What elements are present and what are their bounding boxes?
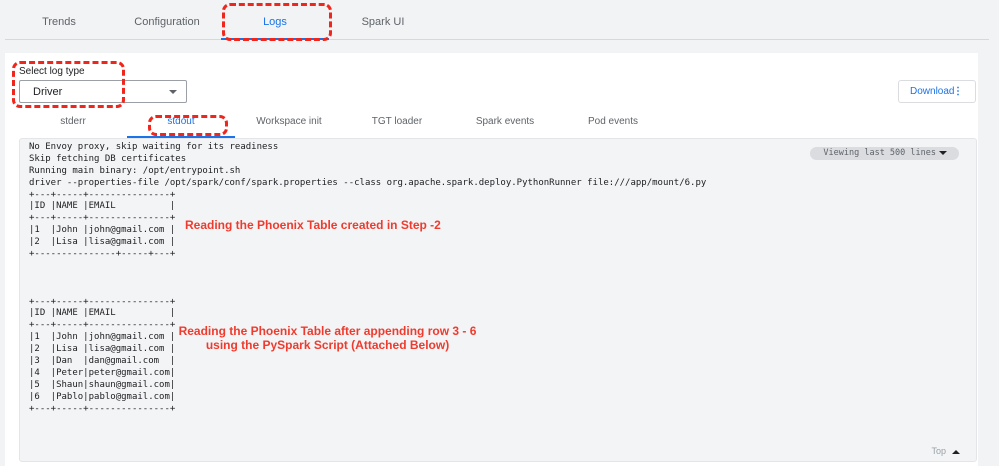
dropdown-caret-icon xyxy=(169,90,177,94)
log-line: |3 |Dan |dan@gmail.com | xyxy=(29,356,176,367)
highlight-logs-tab xyxy=(222,3,332,41)
log-line: |ID |NAME |EMAIL | xyxy=(29,308,176,319)
viewing-label: Viewing last 500 lines xyxy=(823,148,936,158)
subtab-workspace-init[interactable]: Workspace init xyxy=(235,114,343,138)
caret-down-icon xyxy=(939,150,947,155)
tab-trends[interactable]: Trends xyxy=(5,0,113,40)
subtab-stderr[interactable]: stderr xyxy=(19,114,127,138)
top-tab-bar: Trends Configuration Logs Spark UI xyxy=(5,0,989,40)
log-line: |2 |Lisa |lisa@gmail.com | xyxy=(29,237,176,248)
log-line: +---+-----+---------------+ xyxy=(29,189,176,200)
annotation-second-line2: using the PySpark Script (Attached Below… xyxy=(205,338,450,352)
more-vert-icon: ⋮ xyxy=(953,86,963,97)
scroll-top-link[interactable]: Top xyxy=(931,446,960,456)
viewing-lines-dropdown[interactable]: Viewing last 500 lines xyxy=(810,147,959,160)
top-label: Top xyxy=(931,446,946,456)
log-line: |6 |Pablo|pablo@gmail.com| xyxy=(29,391,176,402)
highlight-log-type xyxy=(12,61,125,108)
log-line: |ID |NAME |EMAIL | xyxy=(29,201,176,212)
log-line: |5 |Shaun|shaun@gmail.com| xyxy=(29,379,176,390)
annotation-first: Reading the Phoenix Table created in Ste… xyxy=(185,218,441,232)
tab-configuration[interactable]: Configuration xyxy=(113,0,221,40)
log-output[interactable]: No Envoy proxy, skip waiting for its rea… xyxy=(19,138,977,462)
log-line: +---+-----+---------------+ xyxy=(29,403,176,414)
log-line: No Envoy proxy, skip waiting for its rea… xyxy=(29,142,279,152)
download-button[interactable]: Download ⋮ xyxy=(898,80,976,103)
log-line: driver --properties-file /opt/spark/conf… xyxy=(29,177,707,188)
caret-up-icon xyxy=(952,449,960,454)
log-line: +---+-----+---------------+ xyxy=(29,296,176,307)
log-line: Running main binary: /opt/entrypoint.sh xyxy=(29,165,241,176)
annotation-second: Reading the Phoenix Table after appendin… xyxy=(150,324,505,352)
log-line: +---------------+-----+---+ xyxy=(29,249,176,260)
subtab-pod-events[interactable]: Pod events xyxy=(559,114,667,138)
download-label: Download xyxy=(910,86,955,97)
log-line: Skip fetching DB certificates xyxy=(29,153,187,164)
annotation-second-line1: Reading the Phoenix Table after appendin… xyxy=(178,324,477,338)
log-lines: No Envoy proxy, skip waiting for its rea… xyxy=(29,142,706,415)
subtab-spark-events[interactable]: Spark events xyxy=(451,114,559,138)
tab-spark-ui[interactable]: Spark UI xyxy=(329,0,437,40)
highlight-stdout xyxy=(148,115,228,136)
log-line: |4 |Peter|peter@gmail.com| xyxy=(29,367,176,378)
subtab-tgt-loader[interactable]: TGT loader xyxy=(343,114,451,138)
